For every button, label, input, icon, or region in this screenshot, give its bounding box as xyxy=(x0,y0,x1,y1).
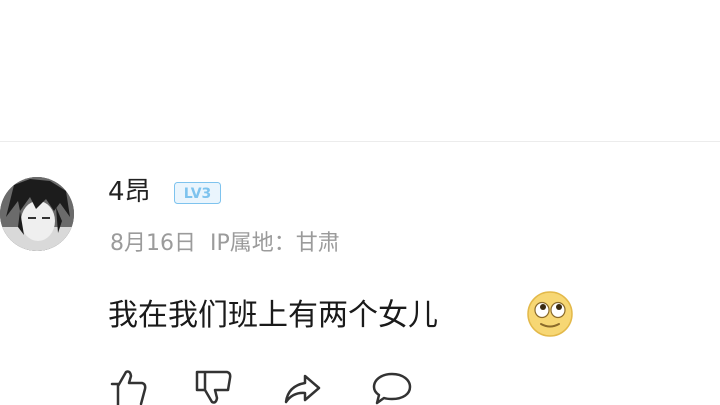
thumbs-down-icon xyxy=(195,370,232,404)
avatar-image xyxy=(0,177,74,251)
share-arrow-icon xyxy=(284,374,321,404)
dislike-button[interactable] xyxy=(193,368,233,405)
thumbs-up-icon xyxy=(110,370,147,405)
share-button[interactable] xyxy=(283,368,323,405)
comment-date: 8月16日 xyxy=(110,231,196,256)
comment-bubble-icon xyxy=(372,372,412,405)
divider xyxy=(0,141,720,142)
previous-content-area xyxy=(0,0,720,141)
level-badge-text: LV3 xyxy=(184,186,212,202)
comment-text: 我在我们班上有两个女儿 xyxy=(108,298,438,333)
level-badge-icon: LV3 xyxy=(174,182,221,204)
rolling-eyes-emoji-icon xyxy=(527,291,573,337)
ip-location: IP属地：甘肃 xyxy=(210,231,340,256)
comment-meta: 8月16日 IP属地：甘肃 xyxy=(110,228,340,260)
reply-button[interactable] xyxy=(372,368,412,405)
comment-screen: 4昂 LV3 8月16日 IP属地：甘肃 我在我们班上有两个女儿 xyxy=(0,0,720,405)
avatar[interactable] xyxy=(0,177,74,251)
username[interactable]: 4昂 xyxy=(108,174,151,210)
like-button[interactable] xyxy=(108,368,148,405)
